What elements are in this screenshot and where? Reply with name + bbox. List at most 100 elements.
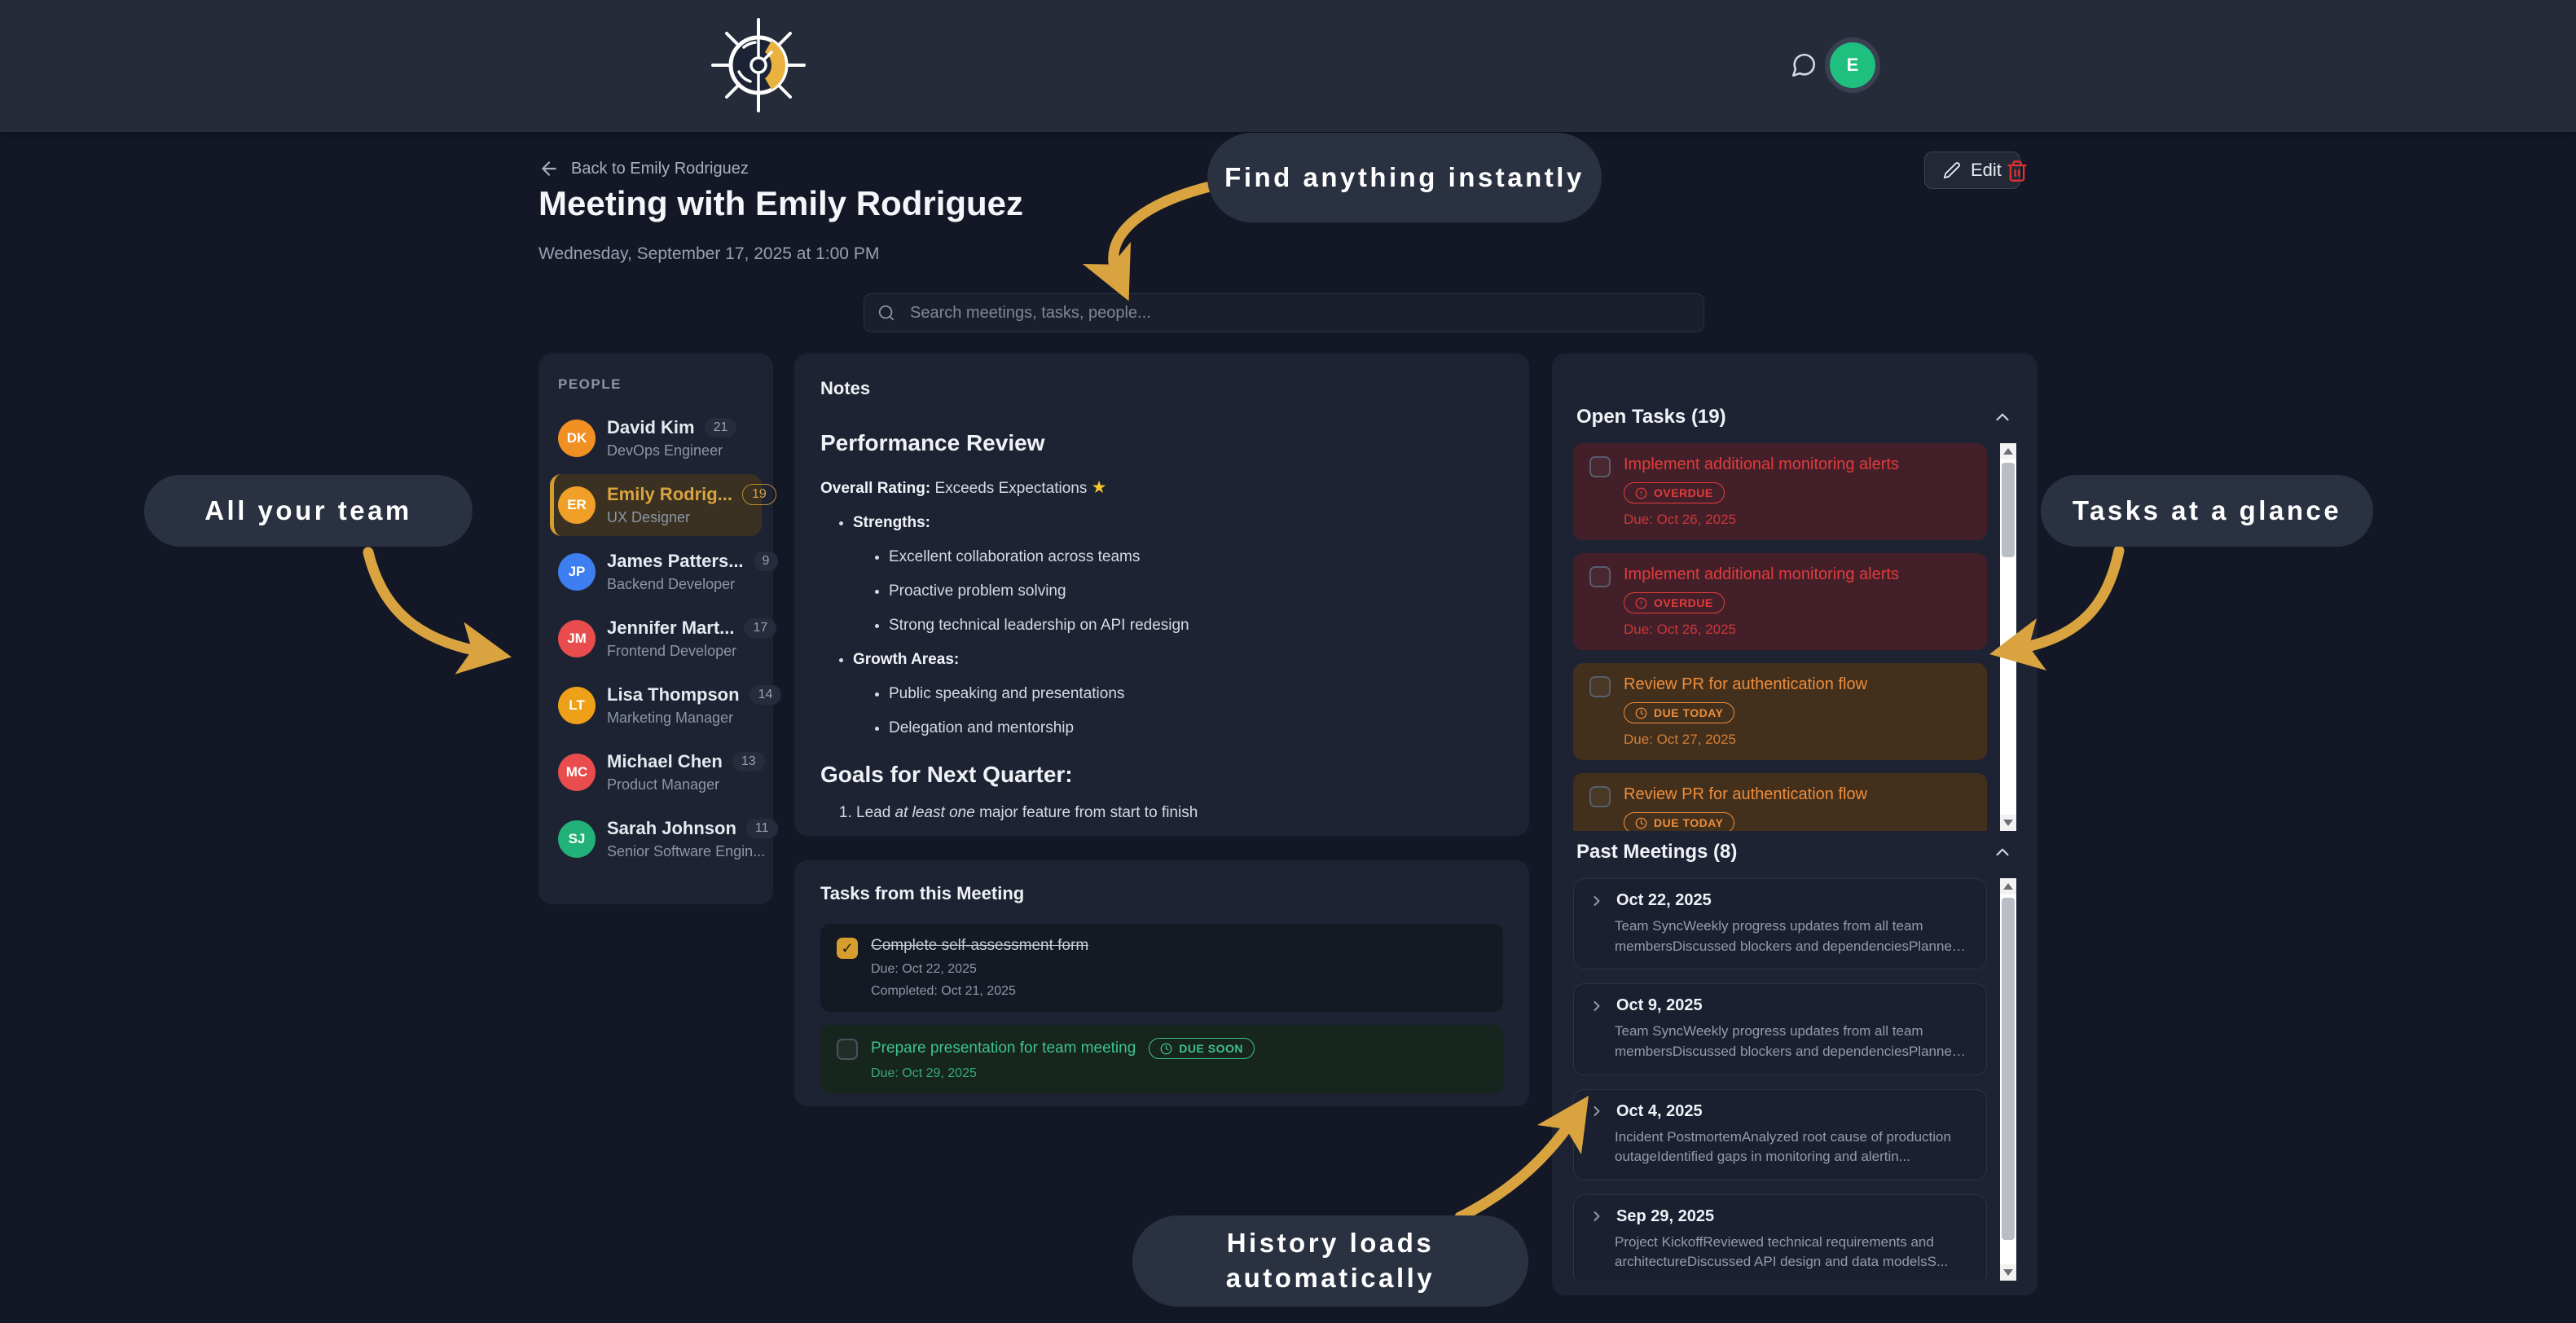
meeting-summary: Incident PostmortemAnalyzed root cause o…: [1615, 1127, 1972, 1167]
task-title: Review PR for authentication flow: [1624, 785, 1867, 804]
person-name: Emily Rodrig...: [607, 484, 732, 505]
alert-circle-icon: [1635, 487, 1647, 499]
scrollbar-thumb[interactable]: [2002, 898, 2015, 1240]
arrow-to-search: [1114, 186, 1213, 277]
callout-tasks-at-a-glance: Tasks at a glance: [2041, 475, 2373, 547]
notes-panel: Notes Performance Review Overall Rating:…: [794, 354, 1529, 836]
overall-rating: Overall Rating: Exceeds Expectations ★: [820, 477, 1503, 498]
task-title: Implement additional monitoring alerts: [1624, 565, 1899, 584]
avatar: SJ: [558, 820, 596, 858]
meeting-summary: Team SyncWeekly progress updates from al…: [1615, 1022, 1972, 1061]
people-panel-header: PEOPLE: [550, 376, 762, 393]
person-name: Sarah Johnson: [607, 818, 736, 839]
person-name: Michael Chen: [607, 751, 723, 772]
search-input[interactable]: [864, 293, 1704, 332]
avatar: MC: [558, 754, 596, 791]
person-role: UX Designer: [607, 509, 776, 526]
callout-history-loads: History loads automatically: [1132, 1215, 1528, 1307]
open-task-card[interactable]: Implement additional monitoring alerts O…: [1573, 443, 1987, 540]
avatar: JM: [558, 620, 596, 657]
chevron-right-icon: [1589, 1103, 1605, 1119]
overdue-badge: OVERDUE: [1624, 592, 1725, 613]
avatar-initials: DK: [567, 430, 587, 446]
scroll-up-arrow[interactable]: [2000, 443, 2016, 459]
task-title: Implement additional monitoring alerts: [1624, 455, 1899, 474]
notes-title: Notes: [820, 378, 1503, 399]
growth-item: Growth Areas: Public speaking and presen…: [853, 651, 1503, 737]
task-due-date: Due: Oct 29, 2025: [871, 1066, 1255, 1081]
person-row-sarah-johnson[interactable]: SJ Sarah Johnson11 Senior Software Engin…: [550, 808, 762, 870]
open-tasks-header: Open Tasks (19): [1576, 406, 2013, 429]
person-count-badge: 13: [732, 752, 765, 771]
chat-button[interactable]: [1784, 46, 1823, 85]
star-icon: ★: [1092, 478, 1107, 497]
sidebar-right: Open Tasks (19) Implement additional mon…: [1552, 354, 2038, 1295]
past-meeting-card[interactable]: Sep 29, 2025 Project KickoffReviewed tec…: [1573, 1194, 1987, 1281]
checkbox-checked[interactable]: ✓: [837, 938, 858, 959]
meeting-datetime: Wednesday, September 17, 2025 at 1:00 PM: [538, 244, 879, 264]
avatar-initials: ER: [567, 497, 587, 513]
person-role: Backend Developer: [607, 576, 778, 593]
growth-bullet: Delegation and mentorship: [889, 719, 1503, 737]
task-title: Prepare presentation for team meeting: [871, 1040, 1136, 1057]
person-row-michael-chen[interactable]: MC Michael Chen13 Product Manager: [550, 741, 762, 803]
user-avatar[interactable]: E: [1825, 37, 1880, 93]
avatar: ER: [558, 486, 596, 524]
open-task-card[interactable]: Review PR for authentication flow DUE TO…: [1573, 773, 1987, 831]
meeting-date: Oct 4, 2025: [1616, 1102, 1703, 1121]
open-task-card[interactable]: Implement additional monitoring alerts O…: [1573, 553, 1987, 650]
past-meetings-scrollbar[interactable]: [2000, 878, 2016, 1281]
app-logo-icon: [708, 15, 809, 116]
person-count-badge: 17: [744, 618, 776, 638]
person-row-james-patterson[interactable]: JP James Patters...9 Backend Developer: [550, 541, 762, 603]
checkbox-unchecked[interactable]: [837, 1039, 858, 1060]
collapse-past-meetings-button[interactable]: [1992, 842, 2013, 863]
collapse-open-tasks-button[interactable]: [1992, 407, 2013, 428]
meeting-summary: Team SyncWeekly progress updates from al…: [1615, 916, 1972, 956]
person-count-badge: 9: [754, 552, 779, 571]
avatar: JP: [558, 553, 596, 591]
checkbox-unchecked[interactable]: [1589, 566, 1611, 587]
task-row-completed[interactable]: ✓ Complete self-assessment form Due: Oct…: [820, 924, 1503, 1012]
checkbox-unchecked[interactable]: [1589, 456, 1611, 477]
person-row-lisa-thompson[interactable]: LT Lisa Thompson14 Marketing Manager: [550, 675, 762, 736]
edit-button-label: Edit: [1971, 160, 2002, 181]
task-title: Complete self-assessment form: [871, 937, 1088, 955]
open-task-card[interactable]: Review PR for authentication flow DUE TO…: [1573, 663, 1987, 760]
scroll-down-arrow[interactable]: [2000, 815, 2016, 831]
task-title: Review PR for authentication flow: [1624, 675, 1867, 694]
avatar-initials: MC: [566, 764, 587, 780]
growth-bullet: Public speaking and presentations: [889, 685, 1503, 703]
person-row-emily-rodriguez[interactable]: ER Emily Rodrig...19 UX Designer: [550, 474, 762, 536]
arrow-to-people: [368, 552, 486, 653]
person-role: Marketing Manager: [607, 710, 781, 727]
back-link[interactable]: Back to Emily Rodriguez: [538, 158, 749, 179]
past-meeting-card[interactable]: Oct 22, 2025 Team SyncWeekly progress up…: [1573, 878, 1987, 969]
person-name: David Kim: [607, 417, 695, 438]
task-row-due-soon[interactable]: Prepare presentation for team meeting DU…: [820, 1025, 1503, 1094]
delete-button[interactable]: [2002, 156, 2032, 186]
callout-all-your-team: All your team: [144, 475, 473, 547]
checkbox-unchecked[interactable]: [1589, 786, 1611, 807]
past-meeting-card[interactable]: Oct 4, 2025 Incident PostmortemAnalyzed …: [1573, 1089, 1987, 1180]
chat-bubble-icon: [1790, 51, 1818, 79]
clock-icon: [1160, 1043, 1172, 1055]
goals-heading: Goals for Next Quarter:: [820, 762, 1503, 788]
checkbox-unchecked[interactable]: [1589, 676, 1611, 697]
person-role: DevOps Engineer: [607, 442, 736, 459]
meeting-date: Sep 29, 2025: [1616, 1207, 1714, 1226]
scroll-down-arrow[interactable]: [2000, 1264, 2016, 1281]
person-count-badge: 14: [750, 685, 782, 705]
scroll-up-arrow[interactable]: [2000, 878, 2016, 894]
pencil-icon: [1943, 161, 1961, 179]
avatar-initial: E: [1830, 42, 1875, 88]
past-meeting-card[interactable]: Oct 9, 2025 Team SyncWeekly progress upd…: [1573, 983, 1987, 1075]
person-row-david-kim[interactable]: DK David Kim21 DevOps Engineer: [550, 407, 762, 469]
strength-bullet: Excellent collaboration across teams: [889, 548, 1503, 566]
person-role: Senior Software Engin...: [607, 843, 778, 860]
person-row-jennifer-martinez[interactable]: JM Jennifer Mart...17 Frontend Developer: [550, 608, 762, 670]
past-meetings-title: Past Meetings (8): [1576, 841, 1737, 864]
chevron-right-icon: [1589, 998, 1605, 1014]
scrollbar-thumb[interactable]: [2002, 463, 2015, 557]
open-tasks-scrollbar[interactable]: [2000, 443, 2016, 831]
